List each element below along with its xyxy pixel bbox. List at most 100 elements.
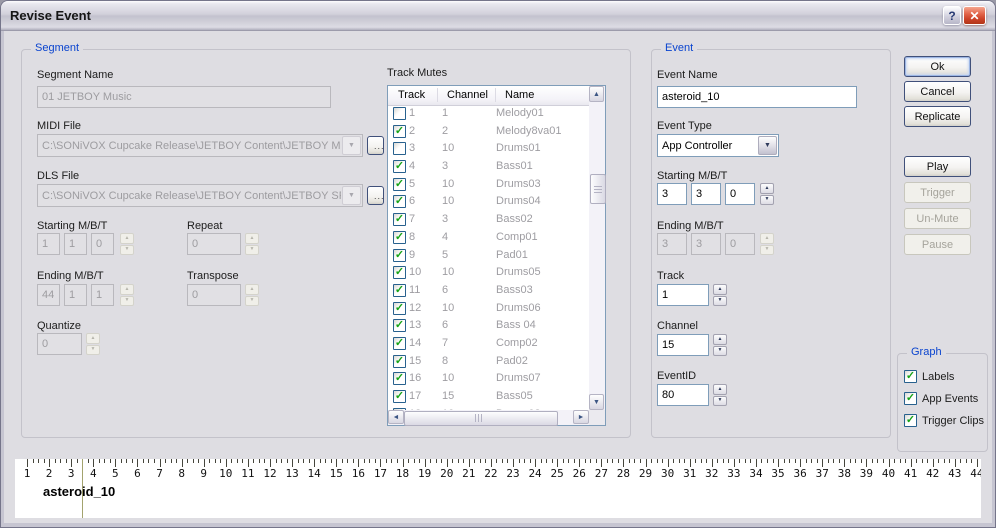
check-icon: ✓ bbox=[395, 285, 404, 296]
scroll-right-button[interactable]: ► bbox=[573, 410, 589, 424]
track-mutes-vscrollbar[interactable]: ▲ ▼ bbox=[589, 86, 605, 410]
spin-down-icon[interactable]: ▼ bbox=[760, 195, 774, 206]
track-mutes-row[interactable]: ✓84Comp01 bbox=[388, 229, 589, 247]
track-number: 5 bbox=[409, 176, 415, 194]
graph-trigger-clips-option[interactable]: ✓ Trigger Clips bbox=[904, 414, 984, 427]
graph-app-events-option[interactable]: ✓ App Events bbox=[904, 392, 978, 405]
spin-up-icon[interactable]: ▲ bbox=[760, 183, 774, 194]
column-header-track[interactable]: Track bbox=[398, 89, 425, 101]
track-mutes-row[interactable]: ✓136Bass 04 bbox=[388, 317, 589, 335]
help-button[interactable]: ? bbox=[943, 6, 961, 25]
segment-start-spinner: ▲ ▼ bbox=[120, 233, 134, 255]
track-mutes-row[interactable]: ✓11Melody01 bbox=[388, 105, 589, 123]
spin-down-icon: ▼ bbox=[86, 345, 100, 356]
event-channel-field[interactable] bbox=[657, 334, 709, 356]
event-group-caption: Event bbox=[661, 42, 697, 54]
scroll-left-button[interactable]: ◄ bbox=[388, 410, 404, 424]
track-mutes-row[interactable]: ✓310Drums01 bbox=[388, 140, 589, 158]
track-name: Pad01 bbox=[496, 247, 528, 265]
track-mutes-row[interactable]: ✓73Bass02 bbox=[388, 211, 589, 229]
cancel-button[interactable]: Cancel bbox=[904, 81, 971, 102]
track-number: 8 bbox=[409, 229, 415, 247]
transpose-spinner: ▲ ▼ bbox=[245, 284, 259, 306]
trigger-clips-checkbox[interactable]: ✓ bbox=[904, 414, 917, 427]
track-mutes-row[interactable]: ✓95Pad01 bbox=[388, 247, 589, 265]
check-icon: ✓ bbox=[395, 373, 404, 384]
segment-end-tick-field bbox=[91, 284, 114, 306]
track-mutes-row[interactable]: ✓158Pad02 bbox=[388, 353, 589, 371]
segment-starting-mbt-label: Starting M/B/T bbox=[37, 220, 107, 232]
spin-down-icon: ▼ bbox=[120, 245, 134, 256]
track-mutes-row[interactable]: ✓116Bass03 bbox=[388, 282, 589, 300]
spin-down-icon: ▼ bbox=[760, 245, 774, 256]
spin-down-icon[interactable]: ▼ bbox=[713, 296, 727, 307]
spin-up-icon[interactable]: ▲ bbox=[713, 284, 727, 295]
graph-labels-option[interactable]: ✓ Labels bbox=[904, 370, 954, 383]
event-ending-mbt-label: Ending M/B/T bbox=[657, 220, 724, 232]
track-mutes-header[interactable]: Track Channel Name bbox=[388, 86, 589, 106]
scroll-up-button[interactable]: ▲ bbox=[589, 86, 604, 102]
track-name: Melody8va01 bbox=[496, 123, 561, 141]
check-icon: ✓ bbox=[906, 415, 915, 426]
dls-file-label: DLS File bbox=[37, 170, 79, 182]
spin-down-icon[interactable]: ▼ bbox=[713, 396, 727, 407]
spin-down-icon: ▼ bbox=[120, 296, 134, 307]
app-events-checkbox[interactable]: ✓ bbox=[904, 392, 917, 405]
scroll-down-button[interactable]: ▼ bbox=[589, 394, 604, 410]
event-end-spinner: ▲ ▼ bbox=[760, 233, 774, 255]
track-mutes-row[interactable]: ✓1010Drums05 bbox=[388, 264, 589, 282]
track-mutes-row[interactable]: ✓22Melody8va01 bbox=[388, 123, 589, 141]
event-id-field[interactable] bbox=[657, 384, 709, 406]
event-track-field[interactable] bbox=[657, 284, 709, 306]
track-mutes-list[interactable]: Track Channel Name ✓11Melody01✓22Melody8… bbox=[387, 85, 606, 426]
vscrollbar-thumb[interactable] bbox=[590, 174, 606, 204]
trigger-button: Trigger bbox=[904, 182, 971, 203]
track-mutes-row[interactable]: ✓610Drums04 bbox=[388, 193, 589, 211]
track-mutes-row[interactable]: ✓1610Drums07 bbox=[388, 370, 589, 388]
midi-browse-button[interactable]: ... bbox=[367, 136, 384, 155]
spin-up-icon: ▲ bbox=[120, 233, 134, 244]
midi-file-value: C:\SONiVOX Cupcake Release\JETBOY Conten… bbox=[38, 140, 341, 152]
timeline-panel[interactable]: 1234567891011121314151617181920212223242… bbox=[15, 459, 981, 518]
spin-up-icon[interactable]: ▲ bbox=[713, 334, 727, 345]
track-name: Bass01 bbox=[496, 158, 533, 176]
event-end-beat-field bbox=[691, 233, 721, 255]
quantize-field bbox=[37, 333, 82, 355]
window-title: Revise Event bbox=[1, 8, 91, 23]
check-icon: ✓ bbox=[395, 179, 404, 190]
spin-down-icon[interactable]: ▼ bbox=[713, 346, 727, 357]
labels-checkbox[interactable]: ✓ bbox=[904, 370, 917, 383]
track-mutes-row[interactable]: ✓1715Bass05 bbox=[388, 388, 589, 406]
spin-up-icon[interactable]: ▲ bbox=[713, 384, 727, 395]
track-mutes-row[interactable]: ✓147Comp02 bbox=[388, 335, 589, 353]
event-channel-spinner[interactable]: ▲ ▼ bbox=[713, 334, 727, 356]
track-mutes-row[interactable]: ✓510Drums03 bbox=[388, 176, 589, 194]
track-mutes-row[interactable]: ✓1210Drums06 bbox=[388, 300, 589, 318]
segment-ending-mbt-label: Ending M/B/T bbox=[37, 270, 104, 282]
track-mutes-row[interactable]: ✓43Bass01 bbox=[388, 158, 589, 176]
play-button[interactable]: Play bbox=[904, 156, 971, 177]
event-id-spinner[interactable]: ▲ ▼ bbox=[713, 384, 727, 406]
channel-number: 4 bbox=[442, 229, 448, 247]
dropdown-icon[interactable]: ▼ bbox=[758, 136, 777, 155]
track-mutes-hscrollbar[interactable]: ◄ ► bbox=[388, 410, 589, 425]
close-button[interactable]: ✕ bbox=[963, 6, 986, 25]
track-number: 15 bbox=[409, 353, 421, 371]
event-name-field[interactable] bbox=[657, 86, 857, 108]
event-type-combo[interactable]: App Controller ▼ bbox=[657, 134, 779, 157]
column-header-name[interactable]: Name bbox=[505, 89, 534, 101]
event-start-beat-field[interactable] bbox=[691, 183, 721, 205]
titlebar[interactable]: Revise Event ? ✕ bbox=[1, 1, 995, 31]
segment-end-measure-field bbox=[37, 284, 60, 306]
hscrollbar-thumb[interactable] bbox=[404, 411, 558, 426]
event-start-measure-field[interactable] bbox=[657, 183, 687, 205]
timeline-event-label[interactable]: asteroid_10 bbox=[43, 484, 115, 499]
event-start-spinner[interactable]: ▲ ▼ bbox=[760, 183, 774, 205]
replicate-button[interactable]: Replicate bbox=[904, 106, 971, 127]
event-start-tick-field[interactable] bbox=[725, 183, 755, 205]
event-track-spinner[interactable]: ▲ ▼ bbox=[713, 284, 727, 306]
column-header-channel[interactable]: Channel bbox=[447, 89, 488, 101]
dls-browse-button[interactable]: ... bbox=[367, 186, 384, 205]
ok-button[interactable]: Ok bbox=[904, 56, 971, 77]
track-number: 2 bbox=[409, 123, 415, 141]
